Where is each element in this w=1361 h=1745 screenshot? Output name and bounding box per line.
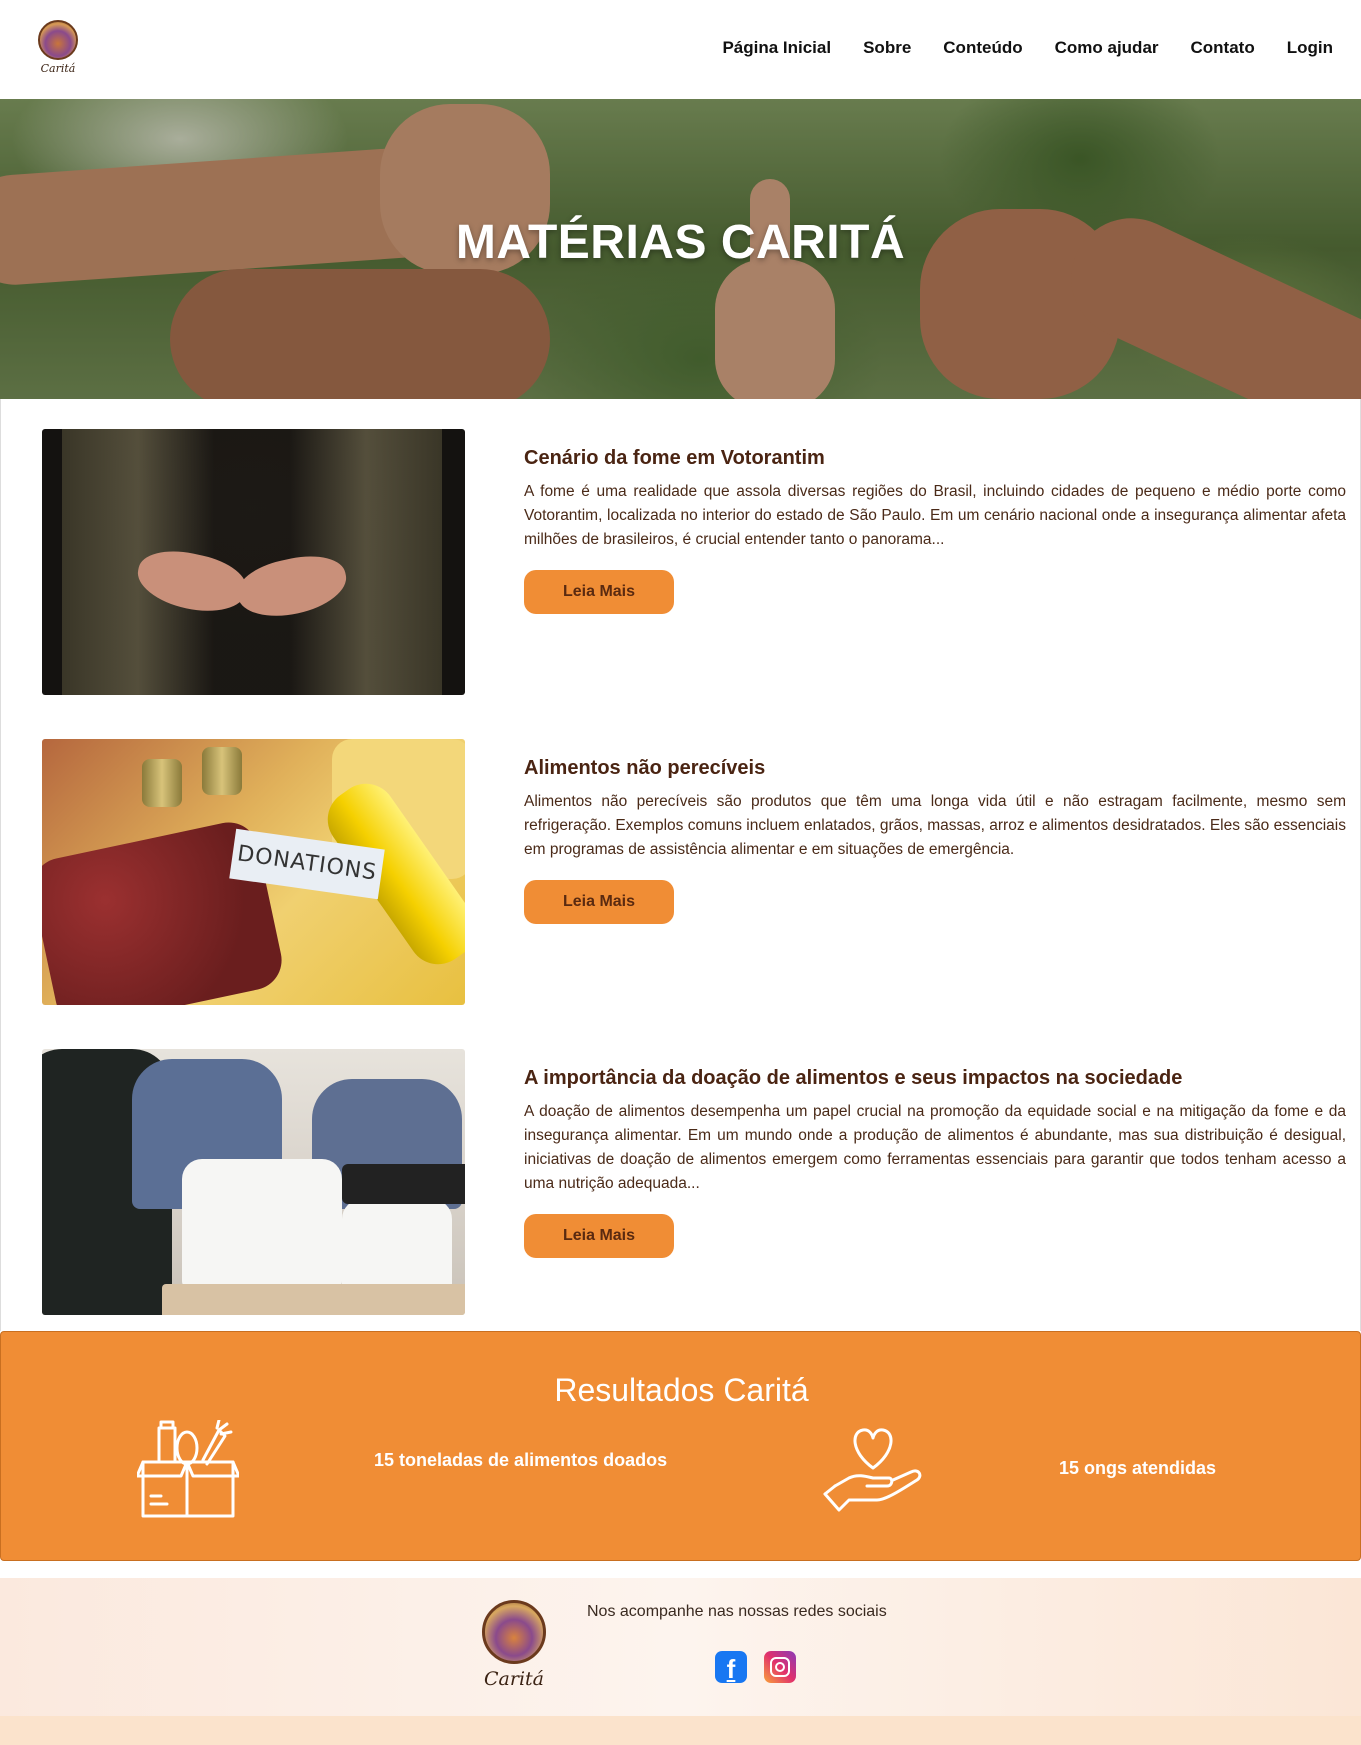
article-card: Cenário da fome em Votorantim A fome é u…	[42, 429, 1346, 695]
read-more-button[interactable]: Leia Mais	[524, 570, 674, 614]
article-excerpt: A doação de alimentos desempenha um pape…	[524, 1103, 1346, 1192]
food-box-icon	[137, 1420, 239, 1518]
logo-text: Caritá	[40, 62, 76, 75]
image-food-bag	[182, 1159, 342, 1289]
article-image-hands[interactable]	[42, 429, 465, 695]
image-coat	[62, 429, 442, 695]
nav-pagina-inicial[interactable]: Página Inicial	[722, 38, 831, 58]
nav-login[interactable]: Login	[1287, 38, 1333, 58]
facebook-icon[interactable]: f	[715, 1651, 747, 1684]
footer-basket-icon	[482, 1600, 546, 1664]
image-can	[142, 759, 182, 807]
site-header: Caritá Página Inicial Sobre Conteúdo Com…	[0, 0, 1361, 99]
article-content: Alimentos não perecíveis Alimentos não p…	[524, 757, 1346, 924]
social-follow-text: Nos acompanhe nas nossas redes sociais	[587, 1603, 887, 1620]
article-title[interactable]: Cenário da fome em Votorantim	[524, 447, 1346, 470]
nav-contato[interactable]: Contato	[1191, 38, 1255, 58]
article-content: Cenário da fome em Votorantim A fome é u…	[524, 447, 1346, 614]
article-image-volunteers[interactable]	[42, 1049, 465, 1315]
image-table-box	[162, 1284, 465, 1315]
article-card: DONATIONS Alimentos não perecíveis Alime…	[42, 739, 1346, 1005]
image-containers	[342, 1164, 465, 1204]
heart-hand-icon	[823, 1428, 922, 1512]
logo-basket-icon	[38, 20, 78, 60]
site-footer: Caritá Nos acompanhe nas nossas redes so…	[0, 1578, 1361, 1745]
hero-banner: MATÉRIAS CARITÁ	[0, 99, 1361, 399]
article-card: A importância da doação de alimentos e s…	[42, 1049, 1346, 1315]
footer-bottom-band	[0, 1716, 1361, 1745]
article-excerpt: A fome é uma realidade que assola divers…	[524, 483, 1346, 548]
image-can	[202, 747, 242, 795]
article-excerpt: Alimentos não perecíveis são produtos qu…	[524, 793, 1346, 858]
stat-food-donated: 15 toneladas de alimentos doados	[374, 1450, 668, 1470]
article-content: A importância da doação de alimentos e s…	[524, 1067, 1346, 1258]
articles-list: Cenário da fome em Votorantim A fome é u…	[0, 399, 1361, 1331]
nav-conteudo[interactable]: Conteúdo	[943, 38, 1022, 58]
footer-logo[interactable]: Caritá	[479, 1600, 549, 1696]
stat-ngos-served: 15 ongs atendidas	[1059, 1458, 1217, 1478]
nav-sobre[interactable]: Sobre	[863, 38, 911, 58]
page-title: MATÉRIAS CARITÁ	[455, 216, 906, 269]
nav-como-ajudar[interactable]: Como ajudar	[1055, 38, 1159, 58]
article-image-donations[interactable]: DONATIONS	[42, 739, 465, 1005]
results-section: Resultados Caritá 15 toneladas de alimen…	[0, 1331, 1361, 1561]
read-more-button[interactable]: Leia Mais	[524, 880, 674, 924]
instagram-lens	[775, 1662, 785, 1672]
article-title[interactable]: Alimentos não perecíveis	[524, 757, 1346, 780]
read-more-button[interactable]: Leia Mais	[524, 1214, 674, 1258]
footer-logo-text: Caritá	[484, 1668, 544, 1690]
instagram-icon[interactable]	[764, 1651, 796, 1683]
site-logo[interactable]: Caritá	[36, 20, 80, 78]
article-title[interactable]: A importância da doação de alimentos e s…	[524, 1067, 1346, 1090]
results-title: Resultados Caritá	[554, 1372, 809, 1408]
main-nav: Página Inicial Sobre Conteúdo Como ajuda…	[722, 38, 1333, 58]
